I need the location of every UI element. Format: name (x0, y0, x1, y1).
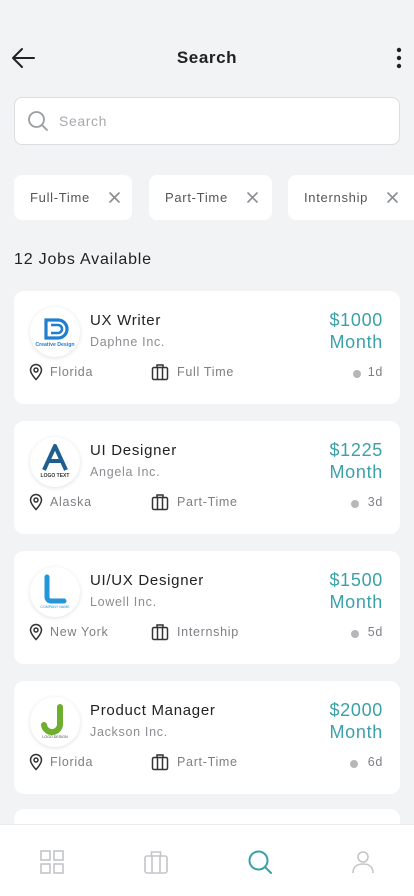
job-location: New York (50, 625, 109, 639)
remove-filter-icon[interactable] (386, 191, 399, 204)
grid-icon[interactable] (39, 849, 65, 875)
job-location: Alaska (50, 495, 92, 509)
salary-period: Month (329, 722, 383, 742)
job-title: UI/UX Designer (90, 572, 205, 589)
filter-chip-internship[interactable]: Internship (288, 175, 414, 220)
more-options-icon[interactable] (388, 45, 410, 71)
salary: $2000 Month (329, 699, 383, 743)
company-name: Daphne Inc. (90, 335, 166, 349)
posted-time: 3d (367, 495, 383, 509)
job-type: Part-Time (177, 495, 238, 509)
remove-filter-icon[interactable] (246, 191, 259, 204)
search-input[interactable] (59, 98, 389, 144)
salary-amount: $2000 (329, 700, 383, 720)
logo-text: Creative Design (35, 342, 74, 348)
posted-time: 5d (367, 625, 383, 639)
posted-dot (350, 760, 358, 768)
job-location: Florida (50, 365, 94, 379)
company-logo: LOGO TEXT (30, 437, 80, 487)
briefcase-icon (151, 494, 169, 511)
job-card[interactable]: LOGO TEXT UI Designer Angela Inc. $1225 … (14, 421, 400, 534)
remove-filter-icon[interactable] (108, 191, 121, 204)
job-title: Product Manager (90, 702, 216, 719)
search-icon[interactable] (247, 849, 273, 875)
job-title: UI Designer (90, 442, 177, 459)
search-icon (28, 111, 48, 131)
posted-time: 1d (367, 365, 383, 379)
location-pin-icon (29, 623, 43, 641)
briefcase-icon (151, 754, 169, 771)
job-card[interactable]: COMPANY NAME UI/UX Designer Lowell Inc. … (14, 551, 400, 664)
briefcase-icon (151, 364, 169, 381)
salary-amount: $1500 (329, 570, 383, 590)
job-title: UX Writer (90, 312, 162, 329)
location-pin-icon (29, 363, 43, 381)
salary-amount: $1225 (329, 440, 383, 460)
location-pin-icon (29, 493, 43, 511)
salary: $1500 Month (329, 569, 383, 613)
posted-time: 6d (367, 755, 383, 769)
profile-icon[interactable] (350, 849, 376, 875)
company-name: Lowell Inc. (90, 595, 157, 609)
posted-dot (351, 500, 359, 508)
logo-text: LOGO DESIGN (42, 735, 68, 739)
job-type: Internship (177, 625, 239, 639)
logo-text: LOGO TEXT (41, 473, 70, 479)
posted-dot (351, 630, 359, 638)
salary-period: Month (329, 332, 383, 352)
company-logo: LOGO DESIGN (30, 697, 80, 747)
posted-dot (353, 370, 361, 378)
logo-text: COMPANY NAME (40, 605, 70, 609)
company-name: Angela Inc. (90, 465, 161, 479)
filter-chip-label: Full-Time (30, 190, 90, 205)
filter-chip-label: Internship (304, 190, 369, 205)
results-count: 12 Jobs Available (14, 251, 152, 268)
filter-chip-part-time[interactable]: Part-Time (149, 175, 272, 220)
job-type: Full Time (177, 365, 235, 379)
job-card[interactable]: LOGO DESIGN Product Manager Jackson Inc.… (14, 681, 400, 794)
app-header: Search (0, 0, 414, 96)
company-logo: COMPANY NAME (30, 567, 80, 617)
page-title: Search (176, 48, 238, 67)
company-name: Jackson Inc. (90, 725, 168, 739)
company-logo: Creative Design (30, 307, 80, 357)
bottom-nav (0, 824, 414, 896)
salary-amount: $1000 (329, 310, 383, 330)
filter-chip-label: Part-Time (165, 190, 228, 205)
salary: $1225 Month (329, 439, 383, 483)
salary: $1000 Month (329, 309, 383, 353)
briefcase-icon (151, 624, 169, 641)
filter-chip-full-time[interactable]: Full-Time (14, 175, 132, 220)
job-type: Part-Time (177, 755, 238, 769)
location-pin-icon (29, 753, 43, 771)
briefcase-icon[interactable] (143, 849, 169, 875)
search-box (14, 97, 400, 145)
job-card[interactable]: Creative Design UX Writer Daphne Inc. $1… (14, 291, 400, 404)
salary-period: Month (329, 462, 383, 482)
job-location: Florida (50, 755, 94, 769)
salary-period: Month (329, 592, 383, 612)
